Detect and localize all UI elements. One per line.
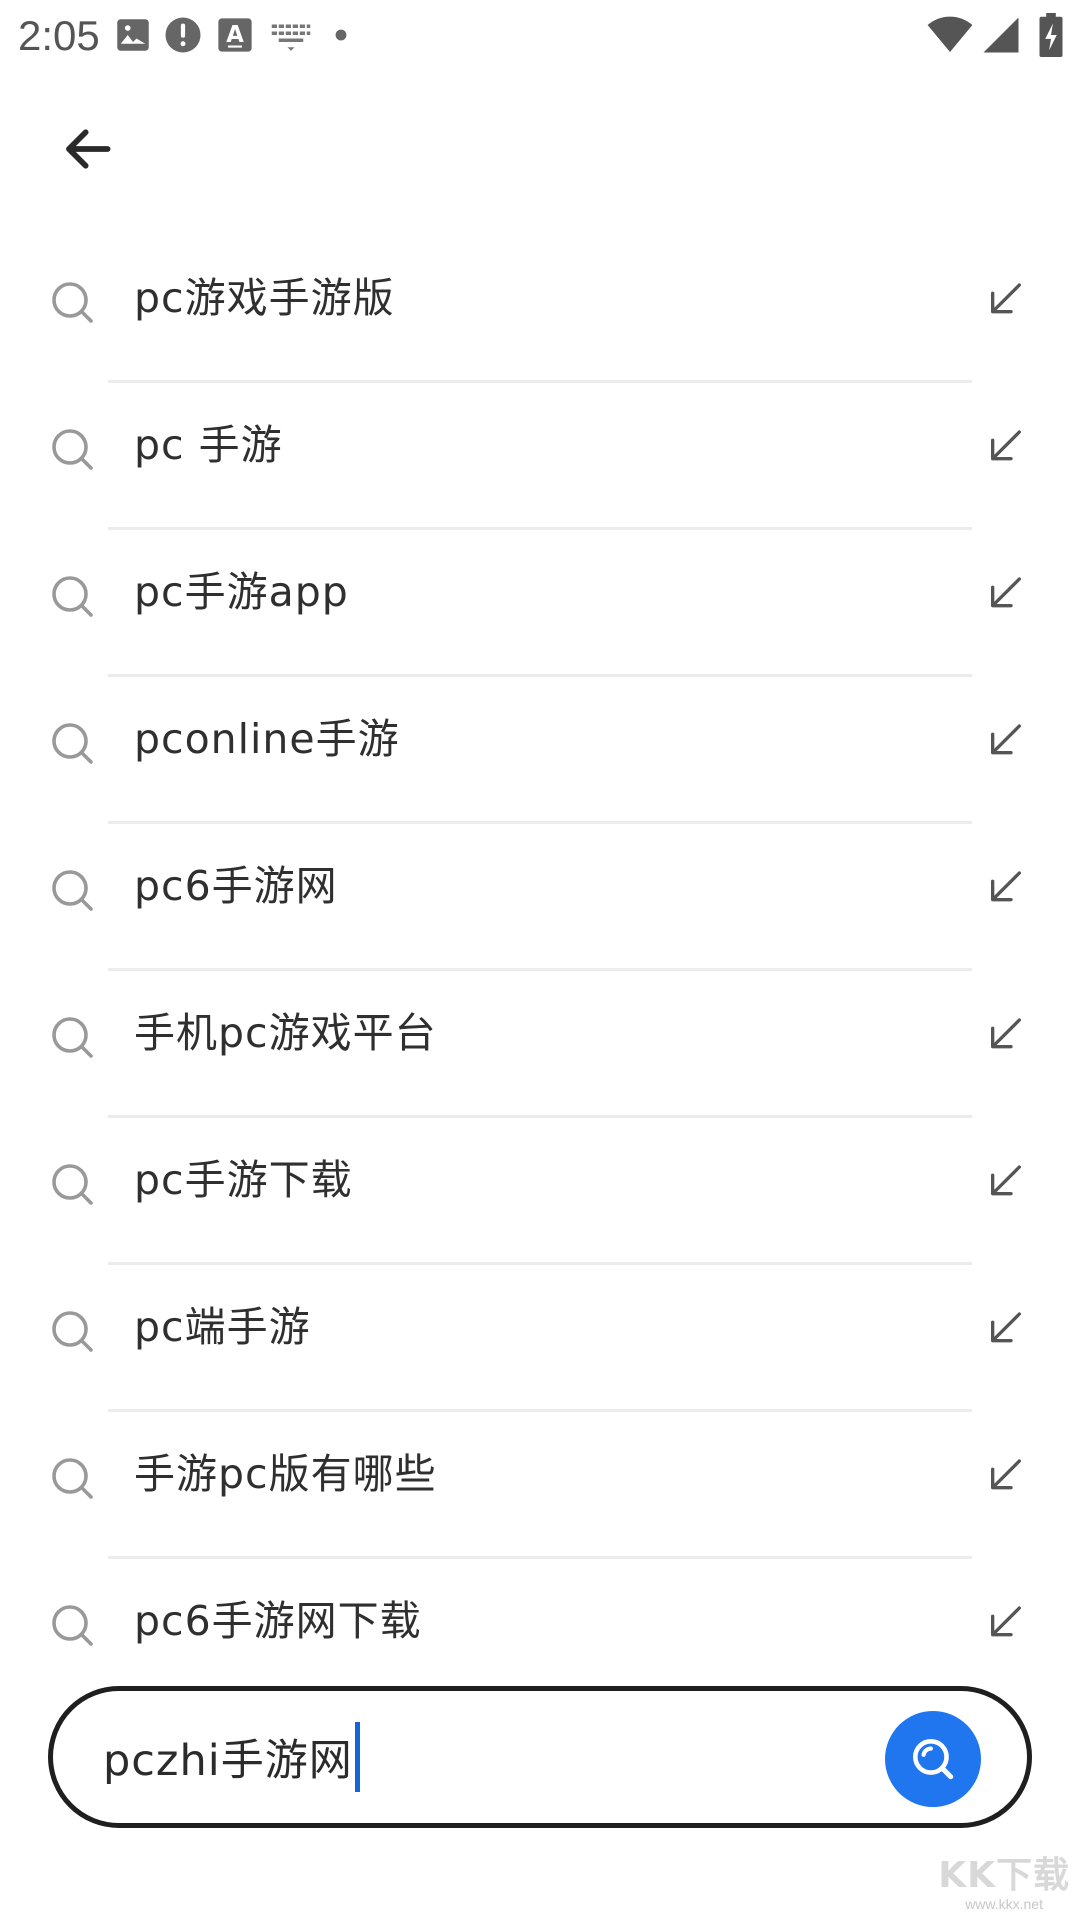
suggestion-item[interactable]: pc 手游 [0,383,1080,530]
suggestion-item[interactable]: 手游pc版有哪些 [0,1412,1080,1559]
suggestion-item[interactable]: pc6手游网下载 [0,1559,1080,1706]
search-icon [48,1454,96,1502]
back-button[interactable] [44,106,130,192]
suggestion-item[interactable]: pc6手游网 [0,824,1080,971]
search-icon [48,278,96,326]
fill-query-button[interactable] [978,1301,1034,1357]
fill-query-button[interactable] [978,419,1034,475]
fill-query-button[interactable] [978,713,1034,769]
suggestion-label: pc 手游 [134,421,283,469]
arrow-up-left-icon [991,1312,1021,1343]
signal-icon [980,14,1022,56]
suggestion-label: pc手游app [134,568,349,616]
dot-icon [328,14,354,56]
status-bar: 2:05 A [0,0,1080,72]
suggestion-label: pc6手游网下载 [134,1597,422,1645]
suggestion-item[interactable]: pc游戏手游版 [0,236,1080,383]
suggestion-item[interactable]: pc手游app [0,530,1080,677]
suggestion-item[interactable]: pconline手游 [0,677,1080,824]
arrow-up-left-icon [991,1165,1021,1196]
search-button[interactable] [885,1711,981,1807]
status-time: 2:05 [18,12,100,59]
arrow-up-left-icon [991,724,1021,755]
suggestion-label: pc6手游网 [134,862,338,910]
suggestion-label: pc手游下载 [134,1156,353,1204]
search-icon [48,1160,96,1208]
fill-query-button[interactable] [978,1595,1034,1651]
battery-charging-icon [1036,12,1066,58]
fill-query-button[interactable] [978,1154,1034,1210]
image-icon [112,14,154,56]
suggestion-label: pc游戏手游版 [134,274,395,322]
fill-query-button[interactable] [978,566,1034,622]
keyboard-icon [268,14,314,56]
search-icon [48,425,96,473]
suggestion-label: pc端手游 [134,1303,311,1351]
text-a-icon: A [214,14,256,56]
search-input[interactable]: pczhi手游网 [103,1721,863,1793]
suggestion-item[interactable]: 手机pc游戏平台 [0,971,1080,1118]
arrow-up-left-icon [991,577,1021,608]
watermark-url: www.kkx.net [965,1896,1043,1912]
alert-icon [162,14,204,56]
suggestion-item[interactable]: pc端手游 [0,1265,1080,1412]
suggestion-list: pc游戏手游版 pc 手游 pc手游app pconline手游 pc6手游网 … [0,236,1080,1706]
suggestion-label: pconline手游 [134,715,400,763]
arrow-up-left-icon [991,1459,1021,1490]
text-caret [354,1722,360,1792]
search-icon [48,1307,96,1355]
wifi-icon [926,12,974,56]
search-icon [48,1601,96,1649]
search-icon [48,866,96,914]
search-icon [48,1013,96,1061]
watermark-logo: KK下载 [938,1855,1070,1896]
search-icon [48,719,96,767]
search-icon [913,1739,954,1780]
fill-query-button[interactable] [978,1448,1034,1504]
search-input-value: pczhi手游网 [103,1736,353,1786]
search-icon [48,572,96,620]
arrow-up-left-icon [991,871,1021,902]
arrow-left-icon [66,129,111,169]
arrow-up-left-icon [991,430,1021,461]
fill-query-button[interactable] [978,1007,1034,1063]
suggestion-label: 手机pc游戏平台 [134,1009,437,1057]
suggestion-label: 手游pc版有哪些 [134,1450,437,1498]
arrow-up-left-icon [991,283,1021,314]
arrow-up-left-icon [991,1018,1021,1049]
suggestion-item[interactable]: pc手游下载 [0,1118,1080,1265]
fill-query-button[interactable] [978,860,1034,916]
search-bar: pczhi手游网 [48,1686,1032,1828]
fill-query-button[interactable] [978,272,1034,328]
arrow-up-left-icon [991,1606,1021,1637]
watermark: KK下载 www.kkx.net [938,1855,1070,1913]
svg-text:A: A [226,22,244,48]
